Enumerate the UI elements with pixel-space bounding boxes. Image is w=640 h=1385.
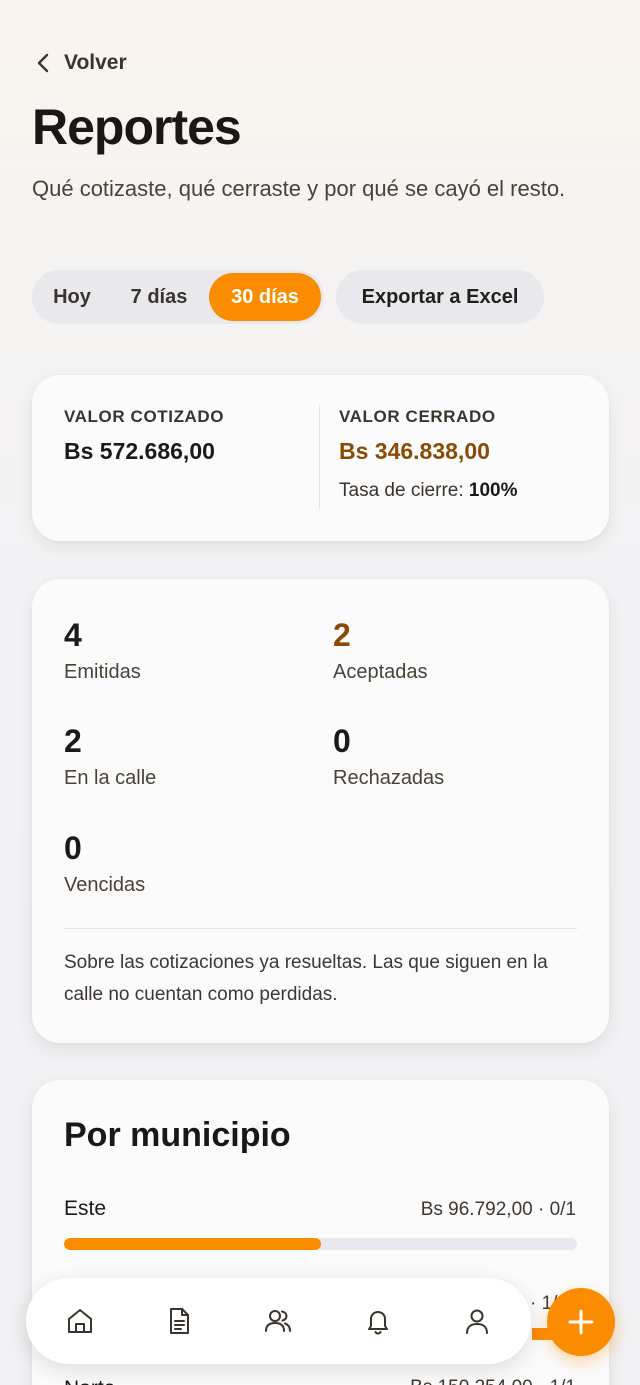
- quoted-value-label: VALOR COTIZADO: [64, 407, 225, 426]
- stat-value: 0: [333, 723, 351, 759]
- page-subtitle: Qué cotizaste, qué cerraste y por qué se…: [32, 176, 566, 201]
- section-title: Por municipio: [64, 1116, 291, 1154]
- closed-value: Bs 346.838,00: [339, 438, 490, 464]
- page-title: Reportes: [32, 99, 242, 155]
- stat-value: 2: [64, 723, 82, 759]
- period-option-hoy[interactable]: Hoy: [35, 273, 109, 321]
- quoted-value: Bs 572.686,00: [64, 438, 215, 464]
- stat-label: En la calle: [64, 767, 157, 789]
- plus-icon: [568, 1309, 594, 1335]
- summary-divider: [319, 405, 320, 509]
- nav-clients[interactable]: [248, 1291, 308, 1351]
- nav-documents[interactable]: [149, 1291, 209, 1351]
- stat-emitidas: 4 Emitidas: [64, 617, 141, 684]
- summary-card: VALOR COTIZADO Bs 572.686,00 VALOR CERRA…: [32, 375, 609, 541]
- chevron-left-icon: [37, 53, 49, 73]
- stat-label: Emitidas: [64, 661, 141, 683]
- stat-value: 0: [64, 830, 82, 866]
- period-filter: Hoy 7 días 30 días: [32, 270, 324, 324]
- bottom-nav: [26, 1278, 531, 1364]
- back-link[interactable]: Volver: [34, 50, 127, 76]
- nav-profile[interactable]: [447, 1291, 507, 1351]
- stat-value: 2: [333, 617, 351, 653]
- municipio-name: Norte: [64, 1377, 115, 1385]
- municipio-bar-fill: [64, 1238, 321, 1250]
- stats-divider: [64, 928, 577, 929]
- stat-vencidas: 0 Vencidas: [64, 830, 145, 897]
- document-icon: [170, 1308, 190, 1334]
- home-icon: [67, 1309, 92, 1333]
- stat-label: Vencidas: [64, 874, 146, 896]
- nav-notifications[interactable]: [348, 1291, 408, 1351]
- user-icon: [466, 1309, 489, 1334]
- municipio-meta: Bs 96.792,00 · 0/1: [420, 1199, 576, 1220]
- stat-rechazadas: 0 Rechazadas: [333, 723, 444, 790]
- back-label: Volver: [64, 51, 127, 74]
- closing-rate: Tasa de cierre: 100%: [339, 480, 518, 502]
- users-icon: [265, 1310, 292, 1332]
- stat-label: Aceptadas: [333, 661, 428, 683]
- closing-rate-value: 100%: [468, 480, 518, 501]
- closing-rate-label: Tasa de cierre:: [339, 480, 464, 501]
- stat-label: Rechazadas: [333, 767, 445, 789]
- stat-en-la-calle: 2 En la calle: [64, 723, 156, 790]
- period-option-30-dias[interactable]: 30 días: [209, 273, 321, 321]
- municipio-meta: Bs 150.254,00 · 1/1: [410, 1377, 576, 1385]
- municipio-bar-track: [64, 1238, 577, 1250]
- add-button[interactable]: [547, 1288, 615, 1356]
- stat-aceptadas: 2 Aceptadas: [333, 617, 428, 684]
- period-option-7-dias[interactable]: 7 días: [109, 273, 209, 321]
- nav-home[interactable]: [50, 1291, 110, 1351]
- export-excel-button[interactable]: Exportar a Excel: [336, 270, 544, 324]
- stats-card: 4 Emitidas 2 Aceptadas 2 En la calle 0 R…: [32, 579, 609, 1043]
- stats-note: Sobre las cotizaciones ya resueltas. Las…: [64, 952, 548, 1005]
- closed-value-label: VALOR CERRADO: [339, 407, 496, 426]
- municipio-name: Este: [64, 1197, 107, 1220]
- bell-icon: [367, 1311, 388, 1335]
- stat-value: 4: [64, 617, 82, 653]
